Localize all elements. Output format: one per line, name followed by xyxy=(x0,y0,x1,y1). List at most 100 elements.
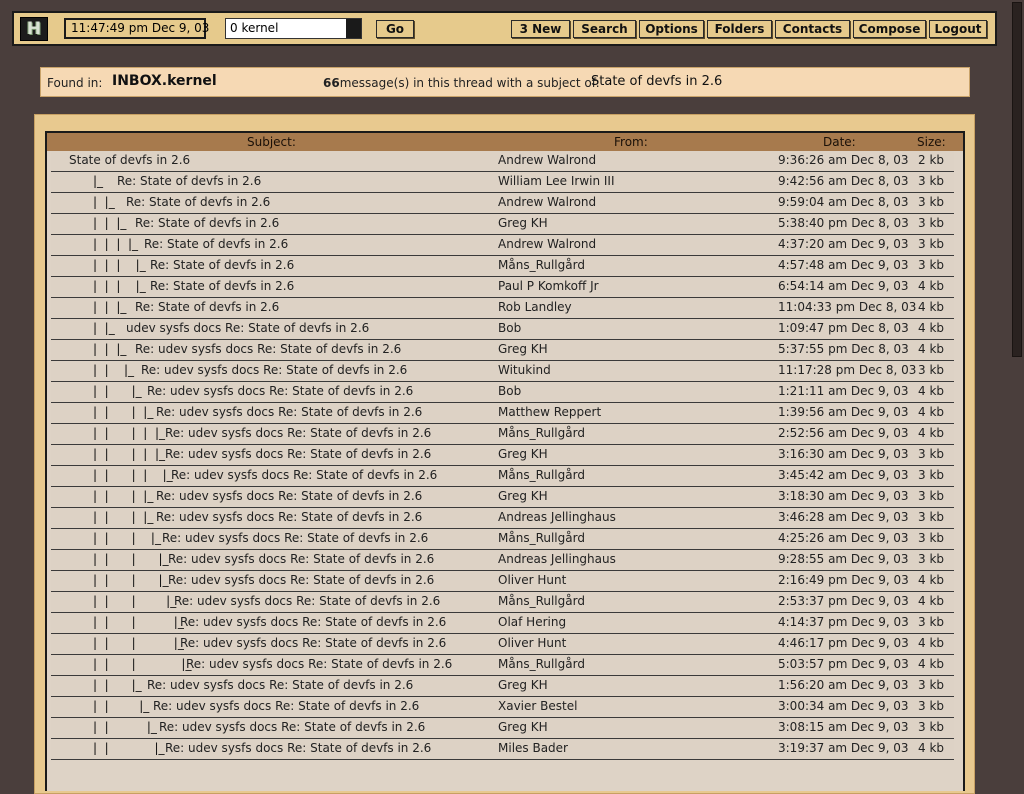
message-date: 2:16:49 pm Dec 9, 03 xyxy=(778,573,909,587)
message-date: 9:59:04 am Dec 8, 03 xyxy=(778,195,909,209)
logout-button[interactable]: Logout xyxy=(929,20,987,38)
message-row[interactable]: | | |_ Re: udev sysfs docs Re: State of d… xyxy=(51,361,954,382)
message-row[interactable]: | | | |_ Re: State of devfs in 2.6 Andrew … xyxy=(51,235,954,256)
message-subject-link[interactable]: Re: State of devfs in 2.6 xyxy=(144,237,494,251)
message-subject-link[interactable]: Re: udev sysfs docs Re: State of devfs i… xyxy=(171,468,494,482)
search-button[interactable]: Search xyxy=(573,20,636,38)
message-row[interactable]: | | | |_ Re: State of devfs in 2.6 Paul P … xyxy=(51,277,954,298)
thread-tree-lines: | | | |_ xyxy=(93,489,154,503)
options-button[interactable]: Options xyxy=(639,20,704,38)
message-row[interactable]: | | | |_ Re: State of devfs in 2.6 Måns_Ru… xyxy=(51,256,954,277)
message-subject-link[interactable]: Re: udev sysfs docs Re: State of devfs i… xyxy=(186,657,494,671)
message-row[interactable]: | |_ udev sysfs docs Re: State of devfs i… xyxy=(51,319,954,340)
compose-button[interactable]: Compose xyxy=(853,20,926,38)
message-row[interactable]: | | |_ Re: udev sysfs docs Re: State of d… xyxy=(51,676,954,697)
message-date: 11:04:33 pm Dec 8, 03 xyxy=(778,300,917,314)
message-date: 11:17:28 pm Dec 8, 03 xyxy=(778,363,917,377)
message-subject-link[interactable]: Re: udev sysfs docs Re: State of devfs i… xyxy=(165,447,494,461)
message-subject-link[interactable]: Re: udev sysfs docs Re: State of devfs i… xyxy=(180,615,494,629)
message-size: 4 kb xyxy=(918,426,945,440)
message-date: 5:38:40 pm Dec 8, 03 xyxy=(778,216,909,230)
message-subject-link[interactable]: Re: udev sysfs docs Re: State of devfs i… xyxy=(165,426,494,440)
thread-tree-lines: | | |_ xyxy=(93,363,135,377)
message-subject-link[interactable]: Re: State of devfs in 2.6 xyxy=(150,279,494,293)
app-logo[interactable]: H xyxy=(20,17,48,41)
message-row[interactable]: | | | |_ Re: udev sysfs docs Re: State of… xyxy=(51,403,954,424)
message-subject-link[interactable]: Re: udev sysfs docs Re: State of devfs i… xyxy=(168,573,494,587)
message-subject-link[interactable]: Re: udev sysfs docs Re: State of devfs i… xyxy=(156,489,494,503)
thread-tree-lines: | | | |_ xyxy=(93,258,146,272)
message-size: 4 kb xyxy=(918,384,945,398)
message-subject-link[interactable]: State of devfs in 2.6 xyxy=(69,153,494,167)
message-size: 4 kb xyxy=(918,594,945,608)
message-subject-link[interactable]: Re: udev sysfs docs Re: State of devfs i… xyxy=(162,531,494,545)
message-row[interactable]: | |_ Re: State of devfs in 2.6 Andrew Walr… xyxy=(51,193,954,214)
message-subject-link[interactable]: Re: udev sysfs docs Re: State of devfs i… xyxy=(180,636,494,650)
thread-tree-lines: | | |_ xyxy=(93,384,142,398)
message-subject-link[interactable]: Re: udev sysfs docs Re: State of devfs i… xyxy=(141,363,494,377)
message-subject-link[interactable]: Re: udev sysfs docs Re: State of devfs i… xyxy=(156,405,494,419)
folder-select[interactable]: 0 kernel xyxy=(225,18,362,39)
message-subject-link[interactable]: Re: State of devfs in 2.6 xyxy=(135,216,494,230)
column-header-from[interactable]: From: xyxy=(614,135,648,149)
message-row[interactable]: | | | | |_ Re: udev sysfs docs Re: State … xyxy=(51,424,954,445)
message-size: 4 kb xyxy=(918,573,945,587)
message-subject-link[interactable]: Re: udev sysfs docs Re: State of devfs i… xyxy=(153,699,494,713)
message-row[interactable]: State of devfs in 2.6 Andrew Walrond 9:36:… xyxy=(51,151,954,172)
thread-tree-lines: | | |_ xyxy=(93,216,127,230)
thread-tree-lines: | | | | |_ xyxy=(93,426,165,440)
contacts-button[interactable]: Contacts xyxy=(775,20,850,38)
message-row[interactable]: | | | | |_ Re: udev sysfs docs Re: State … xyxy=(51,466,954,487)
message-row[interactable]: | | | |_ Re: udev sysfs docs Re: State of… xyxy=(51,655,954,676)
message-row[interactable]: | | |_ Re: udev sysfs docs Re: State of d… xyxy=(51,718,954,739)
column-header-size[interactable]: Size: xyxy=(917,135,946,149)
message-row[interactable]: | | |_ Re: State of devfs in 2.6 Greg KH 5:… xyxy=(51,214,954,235)
message-row[interactable]: | | |_ Re: udev sysfs docs Re: State of d… xyxy=(51,382,954,403)
message-date: 3:46:28 am Dec 9, 03 xyxy=(778,510,909,524)
message-row[interactable]: | | | |_ Re: udev sysfs docs Re: State of… xyxy=(51,634,954,655)
go-button[interactable]: Go xyxy=(376,20,414,38)
message-size: 3 kb xyxy=(918,447,945,461)
message-subject-link[interactable]: Re: State of devfs in 2.6 xyxy=(126,195,494,209)
message-from: Greg KH xyxy=(498,489,548,503)
message-row[interactable]: | | | |_ Re: udev sysfs docs Re: State of… xyxy=(51,508,954,529)
message-row[interactable]: | | |_ Re: udev sysfs docs Re: State of d… xyxy=(51,697,954,718)
message-subject-link[interactable]: Re: udev sysfs docs Re: State of devfs i… xyxy=(159,720,494,734)
dropdown-arrow-icon[interactable] xyxy=(346,19,361,38)
message-row[interactable]: | | | |_ Re: udev sysfs docs Re: State of… xyxy=(51,487,954,508)
message-size: 3 kb xyxy=(918,552,945,566)
column-header-subject[interactable]: Subject: xyxy=(247,135,296,149)
message-subject-link[interactable]: Re: State of devfs in 2.6 xyxy=(117,174,494,188)
thread-tree-lines: | | | |_ xyxy=(93,279,146,293)
scrollbar-thumb[interactable] xyxy=(1012,2,1022,357)
message-subject-link[interactable]: Re: State of devfs in 2.6 xyxy=(135,300,494,314)
message-subject-link[interactable]: Re: udev sysfs docs Re: State of devfs i… xyxy=(147,384,494,398)
message-subject-link[interactable]: udev sysfs docs Re: State of devfs in 2.… xyxy=(126,321,494,335)
message-row[interactable]: | | | |_ Re: udev sysfs docs Re: State of… xyxy=(51,571,954,592)
message-subject-link[interactable]: Re: udev sysfs docs Re: State of devfs i… xyxy=(147,678,494,692)
folders-button[interactable]: Folders xyxy=(707,20,772,38)
message-subject-link[interactable]: Re: udev sysfs docs Re: State of devfs i… xyxy=(174,594,494,608)
message-row[interactable]: | | | |_ Re: udev sysfs docs Re: State of… xyxy=(51,550,954,571)
message-row[interactable]: | | |_ Re: udev sysfs docs Re: State of d… xyxy=(51,739,954,760)
message-row[interactable]: | | | |_ Re: udev sysfs docs Re: State of… xyxy=(51,529,954,550)
message-row[interactable]: | | | |_ Re: udev sysfs docs Re: State of… xyxy=(51,613,954,634)
message-size: 3 kb xyxy=(918,699,945,713)
message-subject-link[interactable]: Re: udev sysfs docs Re: State of devfs i… xyxy=(165,741,494,755)
message-subject-link[interactable]: Re: State of devfs in 2.6 xyxy=(150,258,494,272)
message-subject-link[interactable]: Re: udev sysfs docs Re: State of devfs i… xyxy=(168,552,494,566)
message-row[interactable]: |_ Re: State of devfs in 2.6 William Lee I… xyxy=(51,172,954,193)
message-size: 3 kb xyxy=(918,468,945,482)
message-row[interactable]: | | | |_ Re: udev sysfs docs Re: State of… xyxy=(51,592,954,613)
message-subject-link[interactable]: Re: udev sysfs docs Re: State of devfs i… xyxy=(135,342,494,356)
message-size: 4 kb xyxy=(918,279,945,293)
message-subject-link[interactable]: Re: udev sysfs docs Re: State of devfs i… xyxy=(156,510,494,524)
folder-select-value: 0 kernel xyxy=(230,21,279,35)
new-messages-button[interactable]: 3 New xyxy=(511,20,570,38)
message-from: Andrew Walrond xyxy=(498,237,597,251)
message-row[interactable]: | | |_ Re: State of devfs in 2.6 Rob Landl… xyxy=(51,298,954,319)
message-row[interactable]: | | |_ Re: udev sysfs docs Re: State of d… xyxy=(51,340,954,361)
column-header-date[interactable]: Date: xyxy=(823,135,856,149)
page-scrollbar[interactable] xyxy=(1010,0,1024,768)
message-row[interactable]: | | | | |_ Re: udev sysfs docs Re: State … xyxy=(51,445,954,466)
